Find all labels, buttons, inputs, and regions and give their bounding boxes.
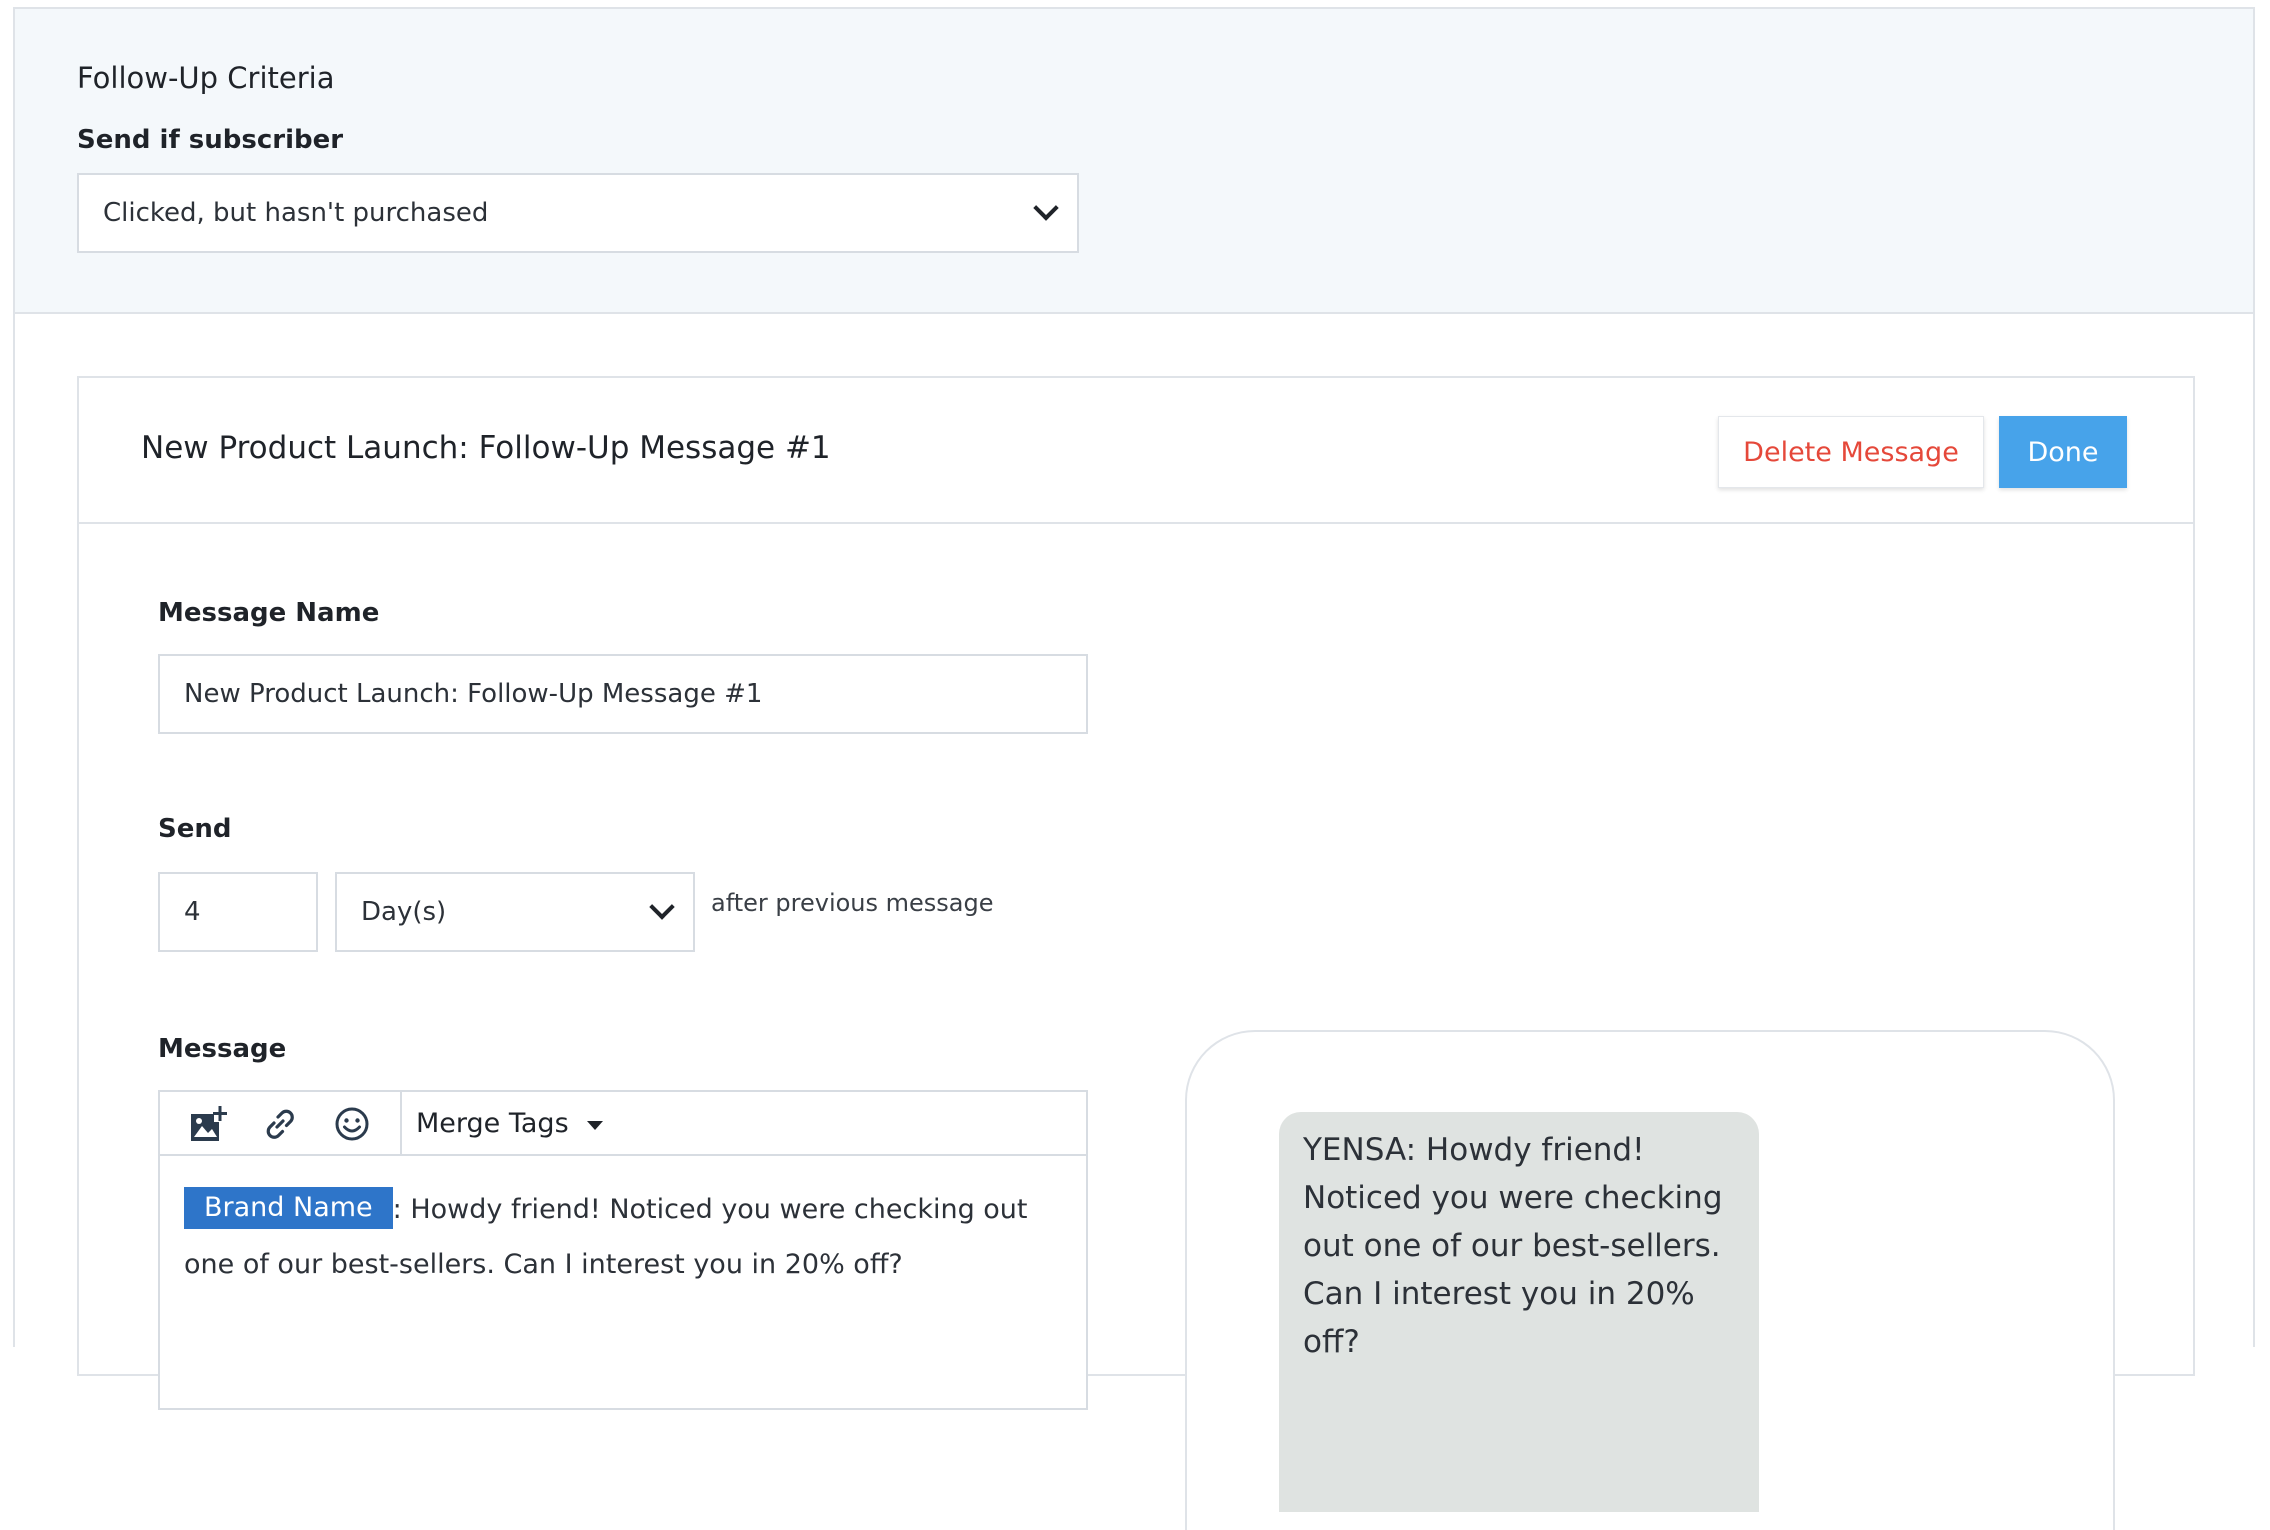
- done-button[interactable]: Done: [1999, 416, 2127, 488]
- send-unit-value: Day(s): [361, 897, 447, 927]
- merge-tags-label: Merge Tags: [416, 1107, 569, 1139]
- subscriber-condition-select[interactable]: Clicked, but hasn't purchased: [77, 173, 1079, 253]
- message-label: Message: [158, 1034, 287, 1064]
- send-unit-select[interactable]: Day(s): [335, 872, 695, 952]
- editor-toolbar: Merge Tags: [160, 1092, 1086, 1156]
- subscriber-condition-value: Clicked, but hasn't purchased: [103, 198, 489, 228]
- page-frame: Follow-Up Criteria Send if subscriber Cl…: [13, 7, 2255, 1530]
- send-delay-input[interactable]: [158, 872, 318, 952]
- send-label: Send: [158, 814, 232, 844]
- message-card: New Product Launch: Follow-Up Message #1…: [77, 376, 2195, 1530]
- chevron-down-icon: [649, 894, 675, 920]
- caret-down-icon: [586, 1120, 603, 1130]
- delete-message-button[interactable]: Delete Message: [1718, 416, 1984, 488]
- phone-preview: YENSA: Howdy friend! Noticed you were ch…: [1185, 1030, 2115, 1530]
- sms-preview-bubble: YENSA: Howdy friend! Noticed you were ch…: [1279, 1112, 1759, 1512]
- brand-name-merge-tag[interactable]: Brand Name: [184, 1186, 393, 1229]
- send-if-subscriber-label: Send if subscriber: [77, 125, 344, 155]
- message-name-input[interactable]: [158, 654, 1088, 734]
- message-editor: Merge Tags Brand Name: Howdy friend! Not…: [158, 1090, 1088, 1410]
- follow-up-criteria-section: Follow-Up Criteria Send if subscriber Cl…: [15, 9, 2253, 314]
- criteria-title: Follow-Up Criteria: [77, 61, 335, 95]
- toolbar-divider: [400, 1092, 402, 1154]
- chevron-down-icon: [1033, 195, 1059, 221]
- link-icon[interactable]: [258, 1102, 302, 1146]
- merge-tags-dropdown[interactable]: Merge Tags: [416, 1092, 603, 1154]
- message-body[interactable]: Brand Name: Howdy friend! Noticed you we…: [184, 1182, 1064, 1292]
- send-after-text: after previous message: [711, 889, 994, 917]
- message-name-label: Message Name: [158, 598, 380, 628]
- message-card-header: New Product Launch: Follow-Up Message #1…: [79, 378, 2193, 524]
- message-card-title: New Product Launch: Follow-Up Message #1: [141, 430, 831, 466]
- add-image-icon[interactable]: [186, 1102, 230, 1146]
- emoji-icon[interactable]: [330, 1102, 374, 1146]
